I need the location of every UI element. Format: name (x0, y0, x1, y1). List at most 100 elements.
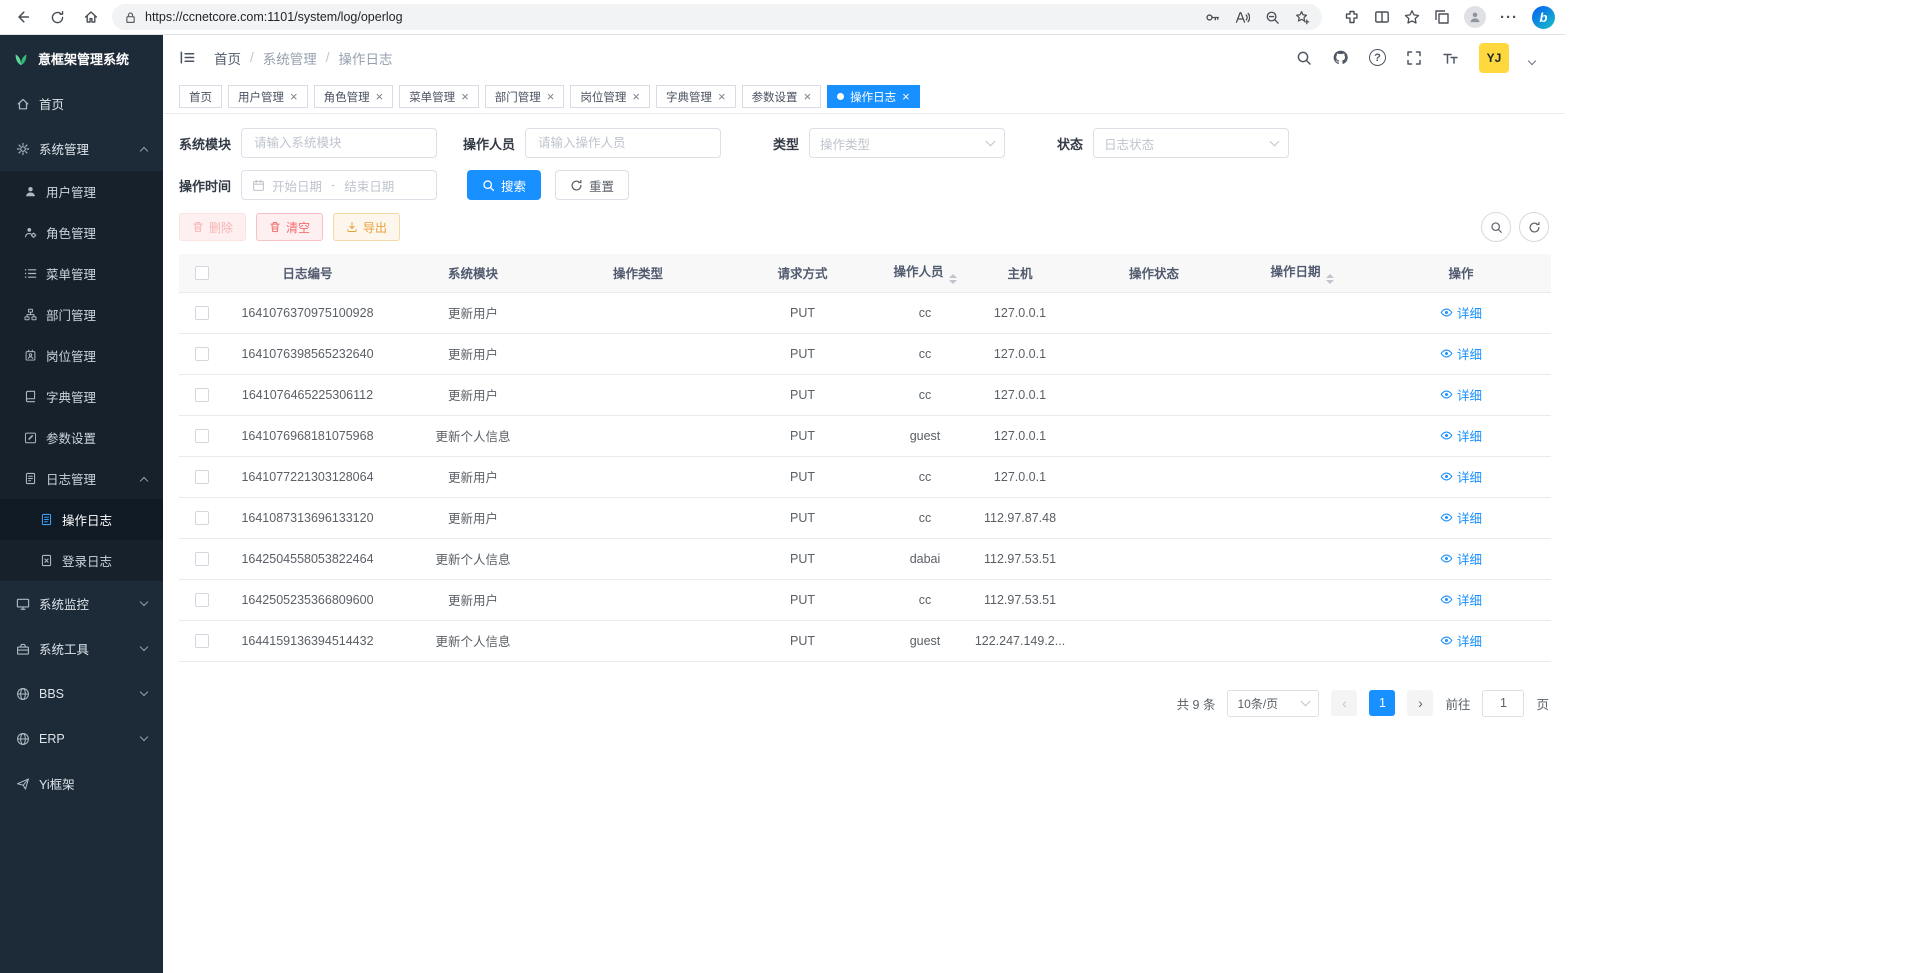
sidebar-item-home[interactable]: 首页 (0, 81, 163, 126)
detail-link[interactable]: 详细 (1440, 590, 1482, 609)
tab-post-management[interactable]: 岗位管理× (570, 85, 650, 108)
refresh-table-button[interactable] (1519, 212, 1549, 242)
font-size-icon[interactable] (1442, 50, 1459, 66)
close-icon[interactable]: × (718, 90, 726, 103)
detail-link[interactable]: 详细 (1440, 508, 1482, 527)
detail-link[interactable]: 详细 (1440, 385, 1482, 404)
browser-refresh-button[interactable] (44, 4, 70, 30)
avatar-dropdown-caret[interactable] (1528, 56, 1536, 64)
close-icon[interactable]: × (632, 90, 640, 103)
close-icon[interactable]: × (804, 90, 812, 103)
sort-icons[interactable] (1326, 274, 1334, 284)
sidebar-item-bbs[interactable]: BBS (0, 671, 163, 716)
tab-param-settings[interactable]: 参数设置× (742, 85, 822, 108)
sidebar-item-menu-management[interactable]: 菜单管理 (0, 253, 163, 294)
module-input[interactable] (252, 135, 426, 151)
tab-menu-management[interactable]: 菜单管理× (399, 85, 479, 108)
close-icon[interactable]: × (376, 90, 384, 103)
detail-link[interactable]: 详细 (1440, 549, 1482, 568)
row-checkbox[interactable] (195, 429, 209, 443)
select-all-checkbox[interactable] (195, 266, 209, 280)
close-icon[interactable]: × (902, 90, 910, 103)
sidebar-item-yi-framework[interactable]: Yi框架 (0, 761, 163, 806)
show-search-button[interactable] (1481, 212, 1511, 242)
row-checkbox[interactable] (195, 593, 209, 607)
delete-button[interactable]: 删除 (179, 213, 246, 241)
sidebar-item-user-management[interactable]: 用户管理 (0, 171, 163, 212)
current-page-button[interactable]: 1 (1369, 690, 1395, 716)
sidebar-item-login-log[interactable]: 登录日志 (0, 540, 163, 581)
start-date-placeholder[interactable]: 开始日期 (272, 176, 322, 195)
search-icon[interactable] (1296, 50, 1312, 66)
sidebar-item-post-management[interactable]: 岗位管理 (0, 335, 163, 376)
read-aloud-icon[interactable] (1235, 10, 1250, 25)
split-screen-icon[interactable] (1374, 9, 1390, 25)
tab-home[interactable]: 首页 (179, 85, 222, 108)
tab-dict-management[interactable]: 字典管理× (656, 85, 736, 108)
close-icon[interactable]: × (547, 90, 555, 103)
url-text[interactable]: https://ccnetcore.com:1101/system/log/op… (145, 10, 1197, 24)
address-bar[interactable]: https://ccnetcore.com:1101/system/log/op… (112, 4, 1322, 30)
github-icon[interactable] (1332, 49, 1349, 66)
fullscreen-icon[interactable] (1406, 50, 1422, 66)
page-size-select[interactable]: 10条/页 (1227, 690, 1319, 717)
collections-icon[interactable] (1434, 9, 1450, 25)
search-button[interactable]: 搜索 (467, 170, 541, 200)
export-button[interactable]: 导出 (333, 213, 400, 241)
type-select[interactable]: 操作类型 (809, 128, 1005, 158)
sidebar-item-system-tools[interactable]: 系统工具 (0, 626, 163, 671)
status-select[interactable]: 日志状态 (1093, 128, 1289, 158)
reset-button[interactable]: 重置 (555, 170, 629, 200)
browser-profile-avatar[interactable] (1464, 6, 1486, 28)
prev-page-button[interactable]: ‹ (1331, 690, 1357, 716)
breadcrumb-system[interactable]: 系统管理 (263, 48, 317, 68)
sidebar-item-dept-management[interactable]: 部门管理 (0, 294, 163, 335)
detail-link[interactable]: 详细 (1440, 344, 1482, 363)
date-range-picker[interactable]: 开始日期 - 结束日期 (241, 170, 437, 200)
browser-more-menu[interactable]: ··· (1500, 10, 1518, 25)
sidebar-item-system-monitor[interactable]: 系统监控 (0, 581, 163, 626)
bing-icon[interactable]: b (1532, 6, 1555, 29)
user-avatar[interactable]: YJ (1479, 43, 1509, 73)
row-checkbox[interactable] (195, 552, 209, 566)
detail-link[interactable]: 详细 (1440, 467, 1482, 486)
add-favorite-star-icon[interactable] (1295, 10, 1310, 25)
row-checkbox[interactable] (195, 306, 209, 320)
sidebar-item-operation-log[interactable]: 操作日志 (0, 499, 163, 540)
row-checkbox[interactable] (195, 470, 209, 484)
row-checkbox[interactable] (195, 511, 209, 525)
detail-link[interactable]: 详细 (1440, 303, 1482, 322)
close-icon[interactable]: × (290, 90, 298, 103)
password-key-icon[interactable] (1205, 10, 1220, 25)
sort-icons[interactable] (949, 274, 957, 284)
tab-dept-management[interactable]: 部门管理× (485, 85, 565, 108)
extensions-icon[interactable] (1344, 9, 1360, 25)
operator-input[interactable] (536, 135, 710, 151)
column-operator[interactable]: 操作人员 (885, 254, 965, 292)
row-checkbox[interactable] (195, 388, 209, 402)
goto-page-input[interactable] (1482, 690, 1524, 717)
end-date-placeholder[interactable]: 结束日期 (344, 176, 394, 195)
tab-user-management[interactable]: 用户管理× (228, 85, 308, 108)
help-icon[interactable]: ? (1369, 49, 1386, 66)
detail-link[interactable]: 详细 (1440, 631, 1482, 650)
browser-home-button[interactable] (78, 4, 104, 30)
sidebar-collapse-button[interactable] (179, 49, 196, 66)
zoom-out-icon[interactable] (1265, 10, 1280, 25)
row-checkbox[interactable] (195, 347, 209, 361)
column-date[interactable]: 操作日期 (1233, 254, 1371, 292)
tab-role-management[interactable]: 角色管理× (314, 85, 394, 108)
tab-operation-log[interactable]: 操作日志× (827, 85, 920, 108)
next-page-button[interactable]: › (1407, 690, 1433, 716)
detail-link[interactable]: 详细 (1440, 426, 1482, 445)
favorites-icon[interactable] (1404, 9, 1420, 25)
sidebar-item-param-settings[interactable]: 参数设置 (0, 417, 163, 458)
sidebar-item-system-management[interactable]: 系统管理 (0, 126, 163, 171)
clear-button[interactable]: 清空 (256, 213, 323, 241)
sidebar-item-log-management[interactable]: 日志管理 (0, 458, 163, 499)
row-checkbox[interactable] (195, 634, 209, 648)
breadcrumb-home[interactable]: 首页 (214, 48, 241, 68)
browser-back-button[interactable] (10, 4, 36, 30)
sidebar-item-dict-management[interactable]: 字典管理 (0, 376, 163, 417)
sidebar-item-erp[interactable]: ERP (0, 716, 163, 761)
